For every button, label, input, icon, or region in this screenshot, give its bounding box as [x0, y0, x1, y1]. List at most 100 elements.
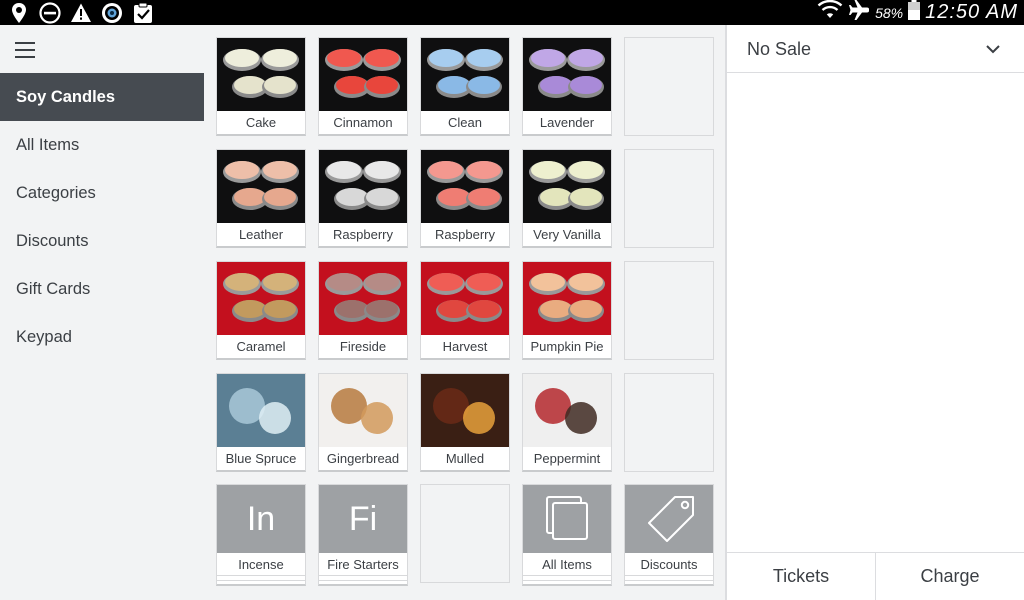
clock-time: 12:50 AM: [925, 1, 1018, 23]
sidebar-item-all-items[interactable]: All Items: [0, 121, 204, 169]
sidebar-item-discounts[interactable]: Discounts: [0, 217, 204, 265]
tile-label: Incense: [238, 557, 284, 572]
item-photo: [421, 374, 509, 447]
sale-header[interactable]: No Sale: [727, 25, 1024, 73]
status-right: 58% 12:50 AM: [817, 0, 1018, 25]
sidebar-item-keypad[interactable]: Keypad: [0, 313, 204, 361]
item-tile-cake[interactable]: Cake: [216, 37, 306, 136]
tile-label: All Items: [542, 557, 592, 572]
category-tile-fire-starters[interactable]: Fi Fire Starters: [318, 484, 408, 586]
item-photo: [319, 374, 407, 447]
candle-photo: [421, 150, 509, 223]
tile-label: Fire Starters: [327, 557, 399, 572]
stack-edge: [319, 575, 407, 584]
status-icons: [8, 2, 154, 24]
item-tile-harvest[interactable]: Harvest: [420, 261, 510, 360]
item-label: Pumpkin Pie: [530, 339, 604, 354]
candle-photo: [421, 262, 509, 335]
shortcut-tile-discounts[interactable]: Discounts: [624, 484, 714, 586]
candle-photo: [217, 262, 305, 335]
sidebar-item-categories[interactable]: Categories: [0, 169, 204, 217]
sidebar-nav: Soy Candles All Items Categories Discoun…: [0, 73, 204, 361]
item-tile-peppermint[interactable]: Peppermint: [522, 373, 612, 472]
item-tile-gingerbread[interactable]: Gingerbread: [318, 373, 408, 472]
empty-slot[interactable]: [624, 261, 714, 360]
category-tile-incense[interactable]: In Incense: [216, 484, 306, 586]
stack-edge: [523, 575, 611, 584]
sale-title: No Sale: [747, 39, 812, 59]
candle-photo: [319, 150, 407, 223]
stack-edge: [625, 575, 713, 584]
candle-photo: [523, 38, 611, 111]
empty-slot[interactable]: [624, 149, 714, 248]
category-abbreviation: In: [217, 485, 305, 553]
sale-panel: No Sale Tickets Charge: [727, 25, 1024, 600]
item-tile-clean[interactable]: Clean: [420, 37, 510, 136]
empty-slot[interactable]: [624, 37, 714, 136]
airplane-icon: [847, 0, 871, 26]
item-tile-very-vanilla[interactable]: Very Vanilla: [522, 149, 612, 248]
charge-button[interactable]: Charge: [875, 553, 1024, 600]
sidebar-item-soy-candles[interactable]: Soy Candles: [0, 73, 204, 121]
item-tile-caramel[interactable]: Caramel: [216, 261, 306, 360]
clipboard-check-icon: [132, 2, 154, 24]
status-bar: 58% 12:50 AM: [0, 0, 1024, 25]
candle-photo: [217, 150, 305, 223]
item-label: Very Vanilla: [533, 227, 601, 242]
item-label: Clean: [448, 115, 482, 130]
item-label: Leather: [238, 227, 284, 242]
item-tile-blue-spruce[interactable]: Blue Spruce: [216, 373, 306, 472]
candle-photo: [319, 262, 407, 335]
abbreviation-text: In: [246, 500, 276, 538]
empty-slot[interactable]: [624, 373, 714, 472]
empty-slot[interactable]: [420, 484, 510, 583]
item-label: Blue Spruce: [225, 451, 297, 466]
tag-icon: [625, 485, 713, 553]
dnd-icon: [39, 2, 61, 24]
item-tile-lavender[interactable]: Lavender: [522, 37, 612, 136]
candle-photo: [523, 262, 611, 335]
item-photo: [523, 374, 611, 447]
location-icon: [8, 2, 30, 24]
wifi-icon: [817, 0, 843, 25]
sidebar: Soy Candles All Items Categories Discoun…: [0, 25, 204, 600]
item-label: Peppermint: [533, 451, 601, 466]
warning-icon: [70, 2, 92, 24]
item-tile-cinnamon[interactable]: Cinnamon: [318, 37, 408, 136]
item-label: Fireside: [339, 339, 387, 354]
item-label: Harvest: [442, 339, 488, 354]
item-label: Cinnamon: [333, 115, 393, 130]
item-label: Cake: [245, 115, 277, 130]
item-tile-pumpkin-pie[interactable]: Pumpkin Pie: [522, 261, 612, 360]
candle-photo: [217, 38, 305, 111]
tickets-button[interactable]: Tickets: [727, 553, 875, 600]
item-tile-mulled[interactable]: Mulled: [420, 373, 510, 472]
stacked-squares-icon: [523, 485, 611, 553]
item-label: Caramel: [236, 339, 286, 354]
camera-icon: [101, 2, 123, 24]
battery-icon: [907, 0, 921, 26]
battery-percent: 58%: [875, 4, 904, 21]
category-abbreviation: Fi: [319, 485, 407, 553]
chevron-down-icon[interactable]: [984, 40, 1002, 58]
item-label: Lavender: [539, 115, 595, 130]
item-photo: [217, 374, 305, 447]
item-label: Raspberry: [435, 227, 495, 242]
candle-photo: [319, 38, 407, 111]
item-tile-raspberry[interactable]: Raspberry: [420, 149, 510, 248]
candle-photo: [523, 150, 611, 223]
item-tile-raspberry[interactable]: Raspberry: [318, 149, 408, 248]
shortcut-tile-all-items[interactable]: All Items: [522, 484, 612, 586]
abbreviation-text: Fi: [348, 500, 378, 538]
tile-label: Discounts: [640, 557, 698, 572]
menu-icon[interactable]: [15, 42, 35, 58]
sidebar-item-gift-cards[interactable]: Gift Cards: [0, 265, 204, 313]
item-label: Mulled: [445, 451, 485, 466]
stack-edge: [217, 575, 305, 584]
item-tile-leather[interactable]: Leather: [216, 149, 306, 248]
item-label: Gingerbread: [326, 451, 400, 466]
candle-photo: [421, 38, 509, 111]
sale-actions: Tickets Charge: [727, 552, 1024, 600]
item-tile-fireside[interactable]: Fireside: [318, 261, 408, 360]
item-label: Raspberry: [333, 227, 393, 242]
